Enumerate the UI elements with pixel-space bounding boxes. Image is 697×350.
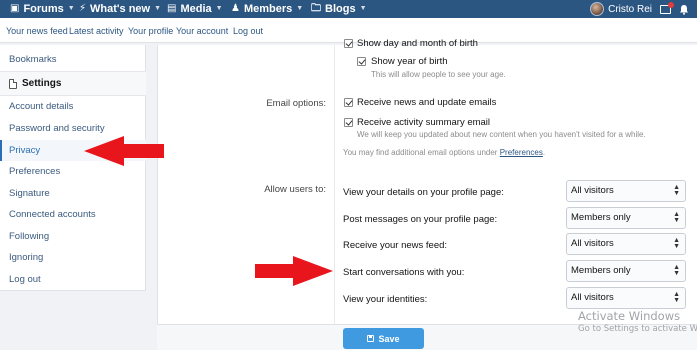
sidebar-item-log-out[interactable]: Log out [0, 269, 146, 290]
post-messages-select[interactable]: Members only ▲ ▼ [566, 207, 686, 229]
red-arrow-pointing-left-icon [84, 136, 164, 166]
save-icon [367, 335, 375, 342]
select-arrows-icon: ▲ ▼ [673, 211, 680, 224]
sidebar-item-following[interactable]: Following [0, 226, 146, 247]
privacy-row-label: View your details on your profile page: [343, 187, 504, 198]
sidebar-settings-label: Settings [22, 78, 62, 89]
activate-windows-subtitle: Go to Settings to activate Wind [578, 324, 697, 334]
chevron-down-icon[interactable]: ▼ [296, 3, 303, 15]
bell-icon[interactable] [679, 4, 689, 15]
show-day-month-checkbox[interactable] [344, 39, 353, 48]
select-value: All visitors [571, 185, 614, 196]
nav-members[interactable]: ♟ Members ▼ [231, 1, 303, 17]
start-conversations-select[interactable]: Members only ▲ ▼ [566, 260, 686, 282]
nav-whats-new[interactable]: ⚡ What's new ▼ [79, 1, 161, 17]
subnav-log-out[interactable]: Log out [233, 26, 263, 36]
select-value: Members only [571, 265, 631, 276]
more-email-options-prefix: You may find additional email options un… [343, 148, 500, 157]
avatar[interactable] [590, 2, 605, 16]
privacy-row-label: Receive your news feed: [343, 240, 448, 251]
receive-news-checkbox[interactable] [344, 98, 353, 107]
sidebar-item-account-details[interactable]: Account details [0, 96, 146, 117]
user-menu[interactable]: Cristo Rei [590, 2, 652, 16]
receive-summary-checkbox[interactable] [344, 118, 353, 127]
bolt-icon: ⚡ [79, 3, 87, 14]
subnav-news-feed[interactable]: Your news feed [6, 26, 68, 36]
users-icon: ♟ [231, 3, 240, 14]
view-identities-select[interactable]: All visitors ▲ ▼ [566, 287, 686, 309]
subnav-your-profile[interactable]: Your profile [128, 26, 173, 36]
select-value: All visitors [571, 292, 614, 303]
receive-news-label: Receive news and update emails [357, 97, 497, 108]
view-details-select[interactable]: All visitors ▲ ▼ [566, 180, 686, 202]
red-arrow-pointing-right-icon [255, 256, 333, 286]
privacy-row-label: View your identities: [343, 294, 428, 305]
sidebar-item-bookmarks[interactable]: Bookmarks [0, 49, 146, 70]
sidebar-item-ignoring[interactable]: Ignoring [0, 247, 146, 268]
nav-media-label: Media [180, 3, 212, 15]
nav-whats-new-label: What's new [90, 3, 151, 15]
folder-icon: 🗀 [311, 3, 321, 14]
privacy-row-label: Post messages on your profile page: [343, 214, 498, 225]
show-year-label: Show year of birth [371, 56, 448, 67]
select-arrows-icon: ▲ ▼ [673, 237, 680, 250]
sidebar-item-signature[interactable]: Signature [0, 183, 146, 204]
save-button-label: Save [378, 333, 400, 344]
email-options-label: Email options: [266, 98, 326, 109]
more-email-options-suffix: . [542, 148, 546, 157]
username[interactable]: Cristo Rei [608, 4, 652, 15]
allow-users-label: Allow users to: [264, 184, 326, 195]
select-value: Members only [571, 212, 631, 223]
news-feed-select[interactable]: All visitors ▲ ▼ [566, 233, 686, 255]
document-icon [9, 78, 17, 89]
sidebar-settings-header: Settings [0, 71, 146, 96]
subnav-your-account[interactable]: Your account [176, 26, 228, 36]
summary-hint: We will keep you updated about new conte… [357, 130, 646, 139]
image-icon: ▤ [167, 3, 177, 14]
nav-blogs[interactable]: 🗀 Blogs ▼ [311, 1, 367, 17]
show-year-checkbox[interactable] [357, 57, 366, 66]
account-sidebar: Bookmarks Settings Account details Passw… [0, 45, 146, 291]
select-arrows-icon: ▲ ▼ [673, 264, 680, 277]
top-navigation-bar: ▣ Forums ▼ ⚡ What's new ▼ ▤ Media ▼ ♟ Me… [0, 0, 697, 18]
sidebar-item-connected-accounts[interactable]: Connected accounts [0, 204, 146, 225]
chevron-down-icon[interactable]: ▼ [216, 3, 223, 15]
user-area: Cristo Rei [590, 0, 697, 18]
nav-forums[interactable]: ▣ Forums ▼ [10, 1, 75, 17]
select-arrows-icon: ▲ ▼ [673, 291, 680, 304]
activate-windows-title: Activate Windows [578, 309, 681, 323]
comments-icon: ▣ [10, 3, 20, 14]
privacy-row-label: Start conversations with you: [343, 267, 465, 278]
subnav-latest-activity[interactable]: Latest activity [69, 26, 124, 36]
chevron-down-icon[interactable]: ▼ [68, 3, 75, 15]
preferences-link[interactable]: Preferences [500, 148, 543, 157]
chevron-down-icon[interactable]: ▼ [360, 3, 367, 15]
select-arrows-icon: ▲ ▼ [673, 184, 680, 197]
nav-members-label: Members [243, 3, 293, 15]
nav-blogs-label: Blogs [325, 3, 356, 15]
select-value: All visitors [571, 238, 614, 249]
nav-media[interactable]: ▤ Media ▼ [167, 1, 223, 17]
envelope-icon[interactable] [660, 1, 674, 14]
save-button[interactable]: Save [343, 328, 424, 349]
more-email-options-note: You may find additional email options un… [343, 148, 545, 157]
show-day-month-label: Show day and month of birth [357, 38, 478, 49]
show-year-hint: This will allow people to see your age. [371, 70, 506, 79]
nav-forums-label: Forums [23, 3, 64, 15]
chevron-down-icon[interactable]: ▼ [154, 3, 161, 15]
receive-summary-label: Receive activity summary email [357, 117, 491, 128]
